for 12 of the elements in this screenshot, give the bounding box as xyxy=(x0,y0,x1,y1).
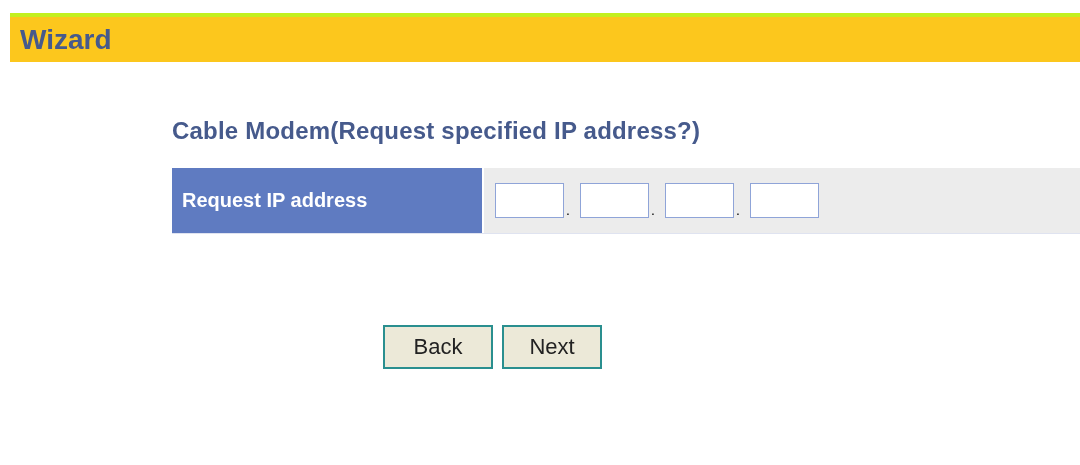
page-heading: Cable Modem(Request specified IP address?) xyxy=(172,117,702,145)
ip-octet-field[interactable] xyxy=(750,183,819,218)
dot-separator: . xyxy=(735,200,741,218)
field-label: Request IP address xyxy=(172,168,484,233)
next-button[interactable]: Next xyxy=(502,325,602,369)
dot-separator: . xyxy=(650,200,656,218)
dot-separator: . xyxy=(565,200,571,218)
back-button[interactable]: Back xyxy=(383,325,493,369)
ip-octet-field[interactable] xyxy=(495,183,564,218)
ip-octet-field[interactable] xyxy=(665,183,734,218)
wizard-title: Wizard xyxy=(20,23,112,56)
ip-octet-field[interactable] xyxy=(580,183,649,218)
